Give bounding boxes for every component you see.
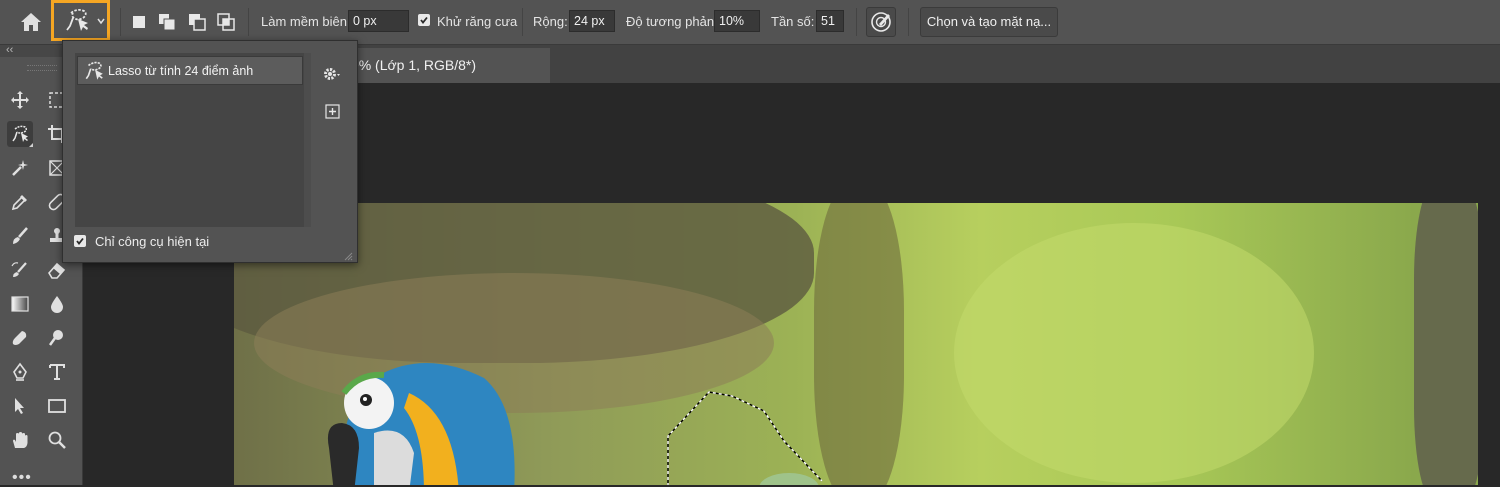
- select-and-mask-button[interactable]: Chọn và tạo mặt nạ...: [920, 7, 1058, 37]
- type-tool-icon[interactable]: [44, 359, 70, 385]
- subtract-from-selection-icon[interactable]: [188, 13, 206, 31]
- separator: [856, 8, 857, 36]
- preset-list: Lasso từ tính 24 điểm ảnh: [75, 53, 311, 227]
- current-tool-only-checkbox[interactable]: [74, 235, 86, 247]
- magnetic-lasso-icon[interactable]: [62, 6, 92, 36]
- gear-icon[interactable]: [322, 65, 344, 83]
- document-image[interactable]: [234, 203, 1478, 485]
- quick-selection-tool-icon[interactable]: [7, 155, 33, 181]
- brush-tool-icon[interactable]: [7, 223, 33, 249]
- submenu-indicator: [29, 143, 33, 147]
- add-to-selection-icon[interactable]: [158, 13, 176, 31]
- collapse-icon[interactable]: ‹‹: [6, 44, 13, 56]
- options-bar: Làm mềm biên: 0 px Khử răng cưa Rộng: 24…: [0, 0, 1500, 45]
- zoom-tool-icon[interactable]: [44, 427, 70, 453]
- separator: [248, 8, 249, 36]
- separator: [522, 8, 523, 36]
- magnetic-lasso-icon: [85, 61, 103, 80]
- antialias-checkbox[interactable]: [418, 14, 430, 26]
- magnetic-lasso-tool-icon[interactable]: [7, 121, 33, 147]
- blur-tool-icon[interactable]: [44, 291, 70, 317]
- hand-tool-icon[interactable]: [7, 427, 33, 453]
- rectangle-tool-icon[interactable]: [44, 393, 70, 419]
- antialias-label: Khử răng cưa: [437, 14, 518, 29]
- home-icon[interactable]: [18, 9, 44, 35]
- feather-input[interactable]: 0 px: [348, 10, 409, 32]
- feather-label: Làm mềm biên:: [261, 14, 351, 29]
- width-input[interactable]: 24 px: [569, 10, 615, 32]
- current-tool-only-label: Chỉ công cụ hiện tại: [95, 234, 210, 249]
- image-blur-region: [954, 223, 1314, 483]
- pen-tool-icon[interactable]: [7, 359, 33, 385]
- separator: [908, 8, 909, 36]
- new-preset-icon[interactable]: [325, 104, 340, 119]
- resize-grip-icon[interactable]: [343, 248, 353, 261]
- preset-item[interactable]: Lasso từ tính 24 điểm ảnh: [77, 56, 303, 85]
- new-selection-icon[interactable]: [130, 13, 148, 31]
- dodge-tool-icon[interactable]: [44, 325, 70, 351]
- intersect-selection-icon[interactable]: [217, 13, 235, 31]
- path-selection-tool-icon[interactable]: [7, 393, 33, 419]
- gradient-tool-icon[interactable]: [7, 291, 33, 317]
- preset-list-scrollbar[interactable]: [304, 53, 311, 227]
- panel-grip[interactable]: [27, 65, 57, 71]
- contrast-label: Độ tương phản:: [626, 14, 718, 29]
- more-tools-icon[interactable]: •••: [12, 469, 32, 487]
- lasso-selection-path: [667, 391, 823, 485]
- chevron-down-icon[interactable]: [96, 14, 106, 28]
- width-label: Rộng:: [533, 14, 568, 29]
- parrot-image: [327, 363, 515, 485]
- history-brush-tool-icon[interactable]: [7, 257, 33, 283]
- tool-preset-picker: Lasso từ tính 24 điểm ảnh Chỉ công cụ hi…: [62, 40, 358, 263]
- move-tool-icon[interactable]: [7, 87, 33, 113]
- contrast-input[interactable]: 10%: [714, 10, 760, 32]
- eyedropper-tool-icon[interactable]: [7, 189, 33, 215]
- image-blur-region: [1414, 203, 1478, 485]
- preset-item-label: Lasso từ tính 24 điểm ảnh: [108, 64, 254, 78]
- frequency-label: Tần số:: [771, 14, 815, 29]
- pen-pressure-icon[interactable]: [866, 7, 896, 37]
- smudge-tool-icon[interactable]: [7, 325, 33, 351]
- frequency-input[interactable]: 51: [816, 10, 844, 32]
- separator: [120, 8, 121, 36]
